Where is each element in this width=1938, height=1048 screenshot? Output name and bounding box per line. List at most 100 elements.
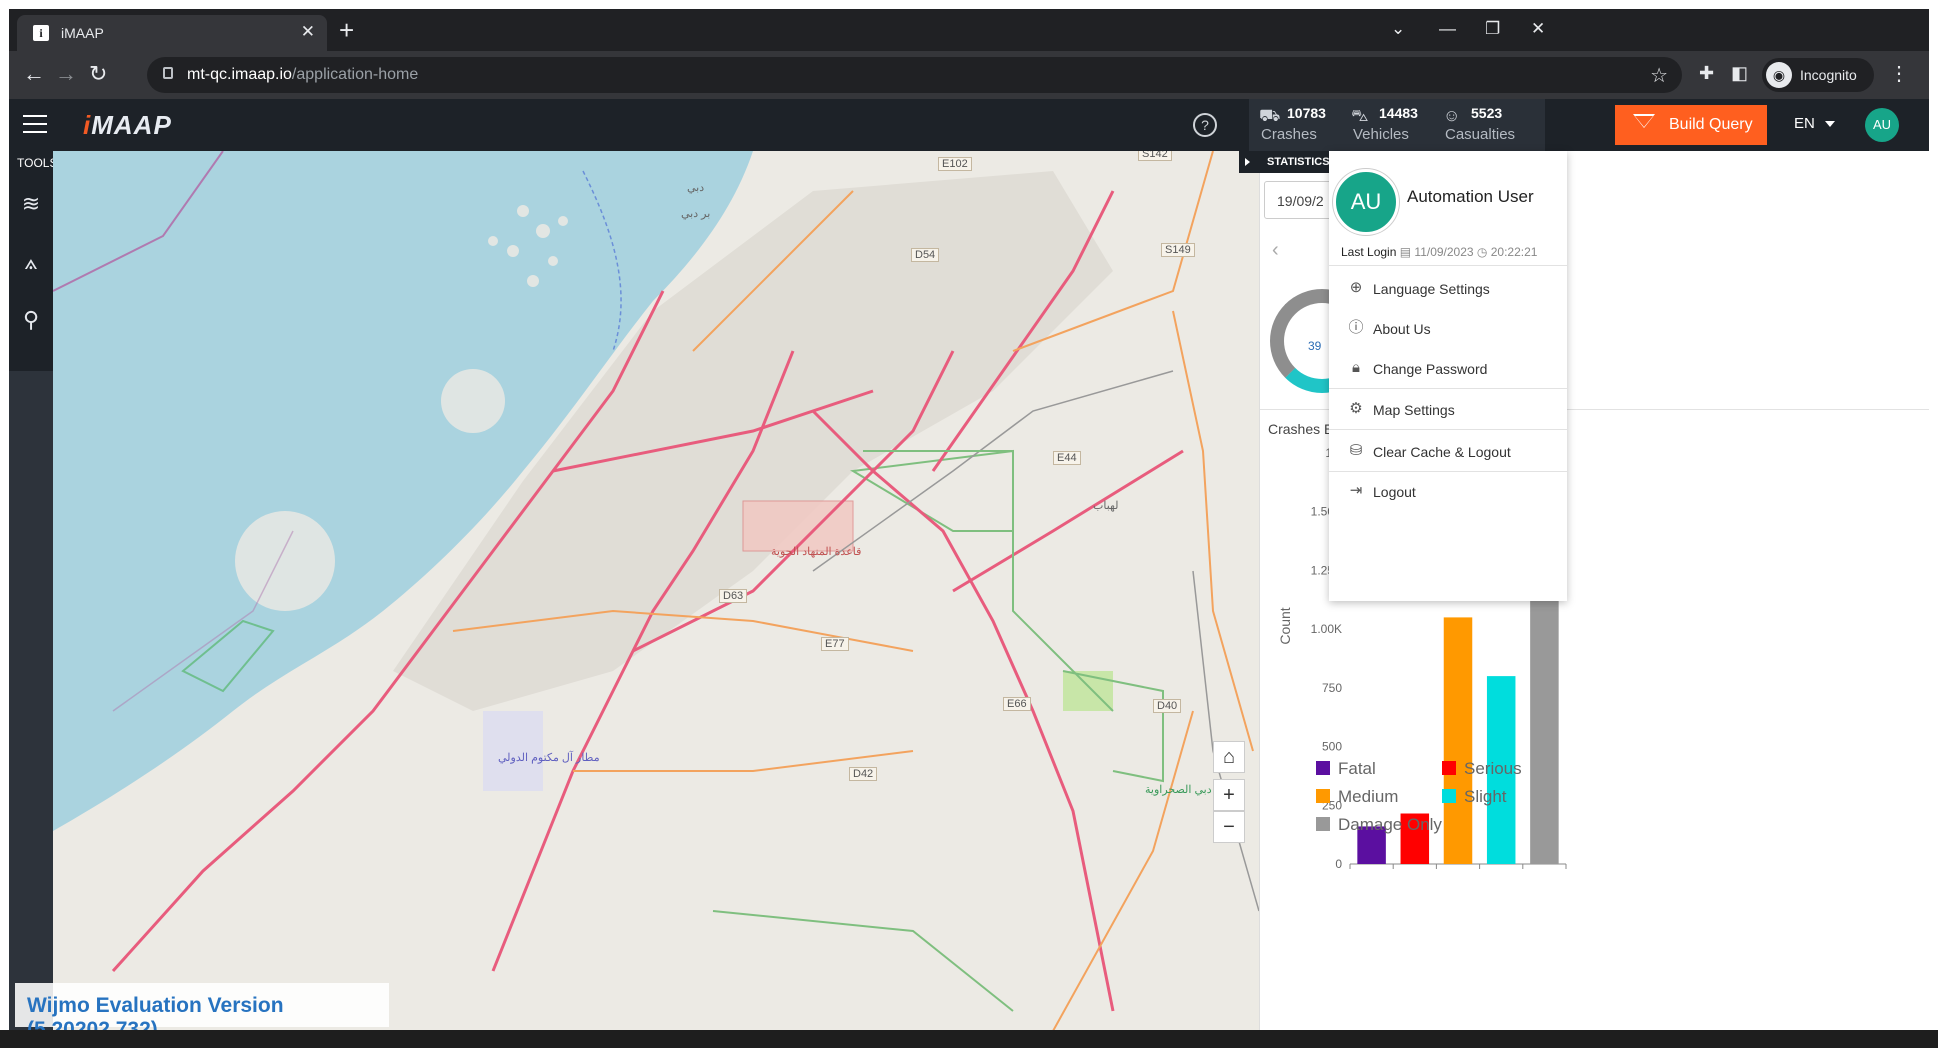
build-query-button[interactable]: Build Query — [1615, 105, 1767, 145]
user-menu: AU Automation User Last Login ▤ 11/09/20… — [1329, 151, 1929, 601]
browser-tab[interactable]: i iMAAP ✕ — [17, 15, 327, 51]
last-login-time: 20:22:21 — [1490, 245, 1538, 259]
hamburger-menu-icon[interactable] — [23, 115, 47, 133]
legend-item-damage-only[interactable]: Damage Only — [1316, 815, 1442, 835]
y-tick-label: 1.00K — [1311, 622, 1342, 636]
menu-item-label: Logout — [1373, 484, 1416, 500]
bar-medium[interactable] — [1443, 617, 1473, 864]
address-bar[interactable]: mt-qc.imaap.io/application-home ☆ — [147, 57, 1682, 93]
app-header: iMAAP ? ⛟ 10783 Crashes ⛍ 14483 Vehicles… — [9, 99, 1929, 151]
menu-item-language-settings[interactable]: ⊕ Language Settings — [1329, 269, 1567, 309]
chevron-left-icon[interactable]: ‹ — [1272, 239, 1279, 262]
legend-swatch — [1316, 761, 1330, 775]
favicon-icon: i — [33, 25, 49, 41]
user-avatar-large: AU — [1333, 169, 1399, 235]
bookmark-star-icon[interactable]: ☆ — [1650, 63, 1668, 88]
menu-item-label: Language Settings — [1373, 281, 1490, 297]
stat-vehicles[interactable]: ⛍ 14483 Vehicles — [1341, 99, 1433, 151]
lock-icon: 🔒︎ — [1352, 359, 1360, 376]
chart-title: Crashes E — [1268, 421, 1334, 437]
menu-item-change-password[interactable]: 🔒︎ Change Password — [1329, 349, 1567, 389]
legend-label: Medium — [1338, 787, 1399, 806]
url-host: mt-qc.imaap.io — [187, 66, 292, 83]
statistics-panel-header[interactable]: STATISTICS — [1239, 151, 1330, 173]
lock-icon — [163, 67, 173, 79]
y-tick-label: 750 — [1322, 681, 1342, 695]
tab-search-icon[interactable]: ⌄ — [1391, 19, 1405, 39]
menu-item-clear-cache-logout[interactable]: ⛁ Clear Cache & Logout — [1329, 432, 1567, 472]
tools-label: TOOLS — [17, 156, 58, 170]
clock-icon: ◷ — [1476, 245, 1491, 259]
menu-item-label: About Us — [1373, 321, 1431, 337]
stat-crashes[interactable]: ⛟ 10783 Crashes — [1249, 99, 1341, 151]
car-icon: ⛍ — [1351, 106, 1369, 125]
language-value: EN — [1794, 115, 1815, 132]
home-icon[interactable]: ⌂ — [1213, 741, 1245, 773]
date-value: 19/09/2 — [1277, 193, 1324, 209]
legend-item-fatal[interactable]: Fatal — [1316, 759, 1376, 779]
close-tab-icon[interactable]: ✕ — [301, 22, 315, 42]
new-tab-icon[interactable]: + — [339, 15, 354, 46]
reload-icon[interactable]: ↻ — [89, 61, 107, 87]
legend-swatch — [1316, 817, 1330, 831]
menu-item-map-settings[interactable]: ⚙ Map Settings — [1329, 390, 1567, 430]
map-place-label: بر دبي — [681, 208, 711, 220]
pin-icon[interactable]: ⚲ — [9, 291, 53, 349]
menu-item-label: Change Password — [1373, 361, 1488, 377]
user-name: Automation User — [1407, 187, 1534, 206]
help-icon[interactable]: ? — [1193, 113, 1217, 137]
minimize-icon[interactable]: — — [1439, 19, 1456, 39]
legend-swatch — [1316, 789, 1330, 803]
map-place-label: دبي — [687, 182, 705, 194]
info-icon: ⓘ — [1348, 319, 1364, 336]
window-close-icon[interactable]: ✕ — [1531, 19, 1545, 39]
incognito-label: Incognito — [1800, 67, 1857, 83]
map-canvas[interactable]: E102 S142 D54 S149 E44 D63 E77 E66 D40 D… — [53, 151, 1259, 1039]
stat-crashes-value: 10783 — [1287, 105, 1326, 121]
taskbar-strip — [0, 1030, 1938, 1048]
legend-item-slight[interactable]: Slight — [1442, 787, 1507, 807]
restore-icon[interactable]: ❐ — [1485, 19, 1500, 39]
y-axis-label: Count — [1277, 607, 1293, 644]
stat-casualties-label: Casualties — [1445, 126, 1516, 143]
menu-divider — [1329, 388, 1567, 389]
menu-item-logout[interactable]: ⇥ Logout — [1329, 472, 1567, 512]
last-login-date: 11/09/2023 — [1414, 245, 1474, 259]
compass-icon[interactable]: ⟑ — [9, 233, 53, 291]
tab-strip: i iMAAP ✕ + ⌄ — ❐ ✕ — [9, 9, 1929, 51]
legend-item-medium[interactable]: Medium — [1316, 787, 1398, 807]
extensions-icon[interactable]: ✚ — [1699, 63, 1714, 84]
person-icon: ☺ — [1443, 106, 1461, 125]
stat-vehicles-value: 14483 — [1379, 105, 1418, 121]
incognito-badge[interactable]: ◉ Incognito — [1762, 58, 1874, 92]
layers-icon[interactable]: ≋ — [9, 175, 53, 233]
globe-icon: ⊕ — [1349, 279, 1363, 296]
menu-divider — [1329, 429, 1567, 430]
back-icon[interactable]: ← — [23, 61, 45, 87]
expand-arrow-icon[interactable] — [1245, 158, 1250, 166]
logout-icon: ⇥ — [1349, 482, 1363, 499]
tab-title: iMAAP — [61, 25, 104, 41]
chevron-down-icon — [1824, 121, 1835, 128]
road-shield: E102 — [938, 157, 972, 171]
logo-text: MAAP — [91, 110, 172, 140]
legend-label: Slight — [1464, 787, 1507, 806]
legend-item-serious[interactable]: Serious — [1442, 759, 1522, 779]
road-shield: E66 — [1003, 697, 1031, 711]
legend-label: Fatal — [1338, 759, 1376, 778]
logo-prefix: i — [83, 110, 92, 140]
zoom-in-icon[interactable]: + — [1213, 779, 1245, 811]
forward-icon[interactable]: → — [55, 61, 77, 87]
legend-label: Serious — [1464, 759, 1522, 778]
legend-swatch — [1442, 761, 1456, 775]
zoom-out-icon[interactable]: − — [1213, 811, 1245, 843]
imaap-logo[interactable]: iMAAP — [83, 110, 172, 141]
side-panel-icon[interactable]: ◧ — [1731, 63, 1748, 84]
browser-menu-icon[interactable]: ⋮ — [1889, 61, 1909, 86]
road-shield: D63 — [719, 589, 748, 603]
statistics-label: STATISTICS — [1267, 156, 1330, 168]
language-selector[interactable]: EN — [1794, 115, 1835, 132]
stat-casualties[interactable]: ☺ 5523 Casualties — [1433, 99, 1545, 151]
menu-item-about-us[interactable]: ⓘ About Us — [1329, 309, 1567, 349]
user-avatar-button[interactable]: AU — [1865, 108, 1899, 142]
